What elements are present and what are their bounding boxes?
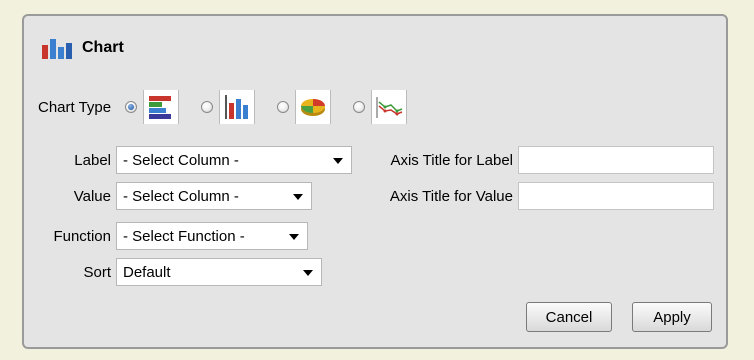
bar-chart-icon [40, 37, 78, 59]
chevron-down-icon [293, 194, 303, 200]
dialog-title: Chart [82, 39, 124, 56]
chevron-down-icon [289, 234, 299, 240]
function-field-label: Function [53, 227, 111, 245]
label-row: Label - Select Column - Axis Title for L… [24, 146, 714, 174]
horizontal-bar-chart-icon[interactable] [143, 90, 180, 124]
chevron-down-icon [303, 270, 313, 276]
pie-chart-icon[interactable] [295, 90, 332, 124]
radio-vertical-bar[interactable] [201, 101, 214, 113]
dialog-header: Chart [40, 36, 124, 60]
label-select-value: - Select Column - [123, 151, 239, 169]
value-select[interactable]: - Select Column - [116, 182, 312, 210]
value-row: Value - Select Column - Axis Title for V… [24, 182, 714, 210]
apply-button[interactable]: Apply [632, 302, 712, 332]
axis-title-label-input[interactable] [518, 146, 714, 174]
cancel-button[interactable]: Cancel [526, 302, 612, 332]
vertical-bar-chart-icon[interactable] [219, 90, 256, 124]
sort-field-label: Sort [83, 263, 111, 281]
axis-title-value-label: Axis Title for Value [389, 187, 513, 205]
label-select[interactable]: - Select Column - [116, 146, 352, 174]
chart-dialog: Chart Chart Type Label - Select Column -… [22, 14, 728, 349]
value-select-value: - Select Column - [123, 187, 239, 205]
label-field-label: Label [74, 151, 111, 169]
line-chart-icon[interactable] [371, 90, 408, 124]
function-row: Function - Select Function - [24, 222, 308, 250]
function-select[interactable]: - Select Function - [116, 222, 308, 250]
sort-row: Sort Default [24, 258, 322, 286]
sort-select[interactable]: Default [116, 258, 322, 286]
chart-type-row: Chart Type [38, 90, 408, 124]
sort-select-value: Default [123, 263, 171, 281]
function-select-value: - Select Function - [123, 227, 245, 245]
radio-horizontal-bar[interactable] [125, 101, 138, 113]
chevron-down-icon [333, 158, 343, 164]
axis-title-label-label: Axis Title for Label [390, 151, 513, 169]
chart-type-label: Chart Type [38, 98, 112, 116]
axis-title-value-input[interactable] [518, 182, 714, 210]
radio-pie[interactable] [277, 101, 290, 113]
value-field-label: Value [73, 187, 111, 205]
radio-line[interactable] [353, 101, 366, 113]
